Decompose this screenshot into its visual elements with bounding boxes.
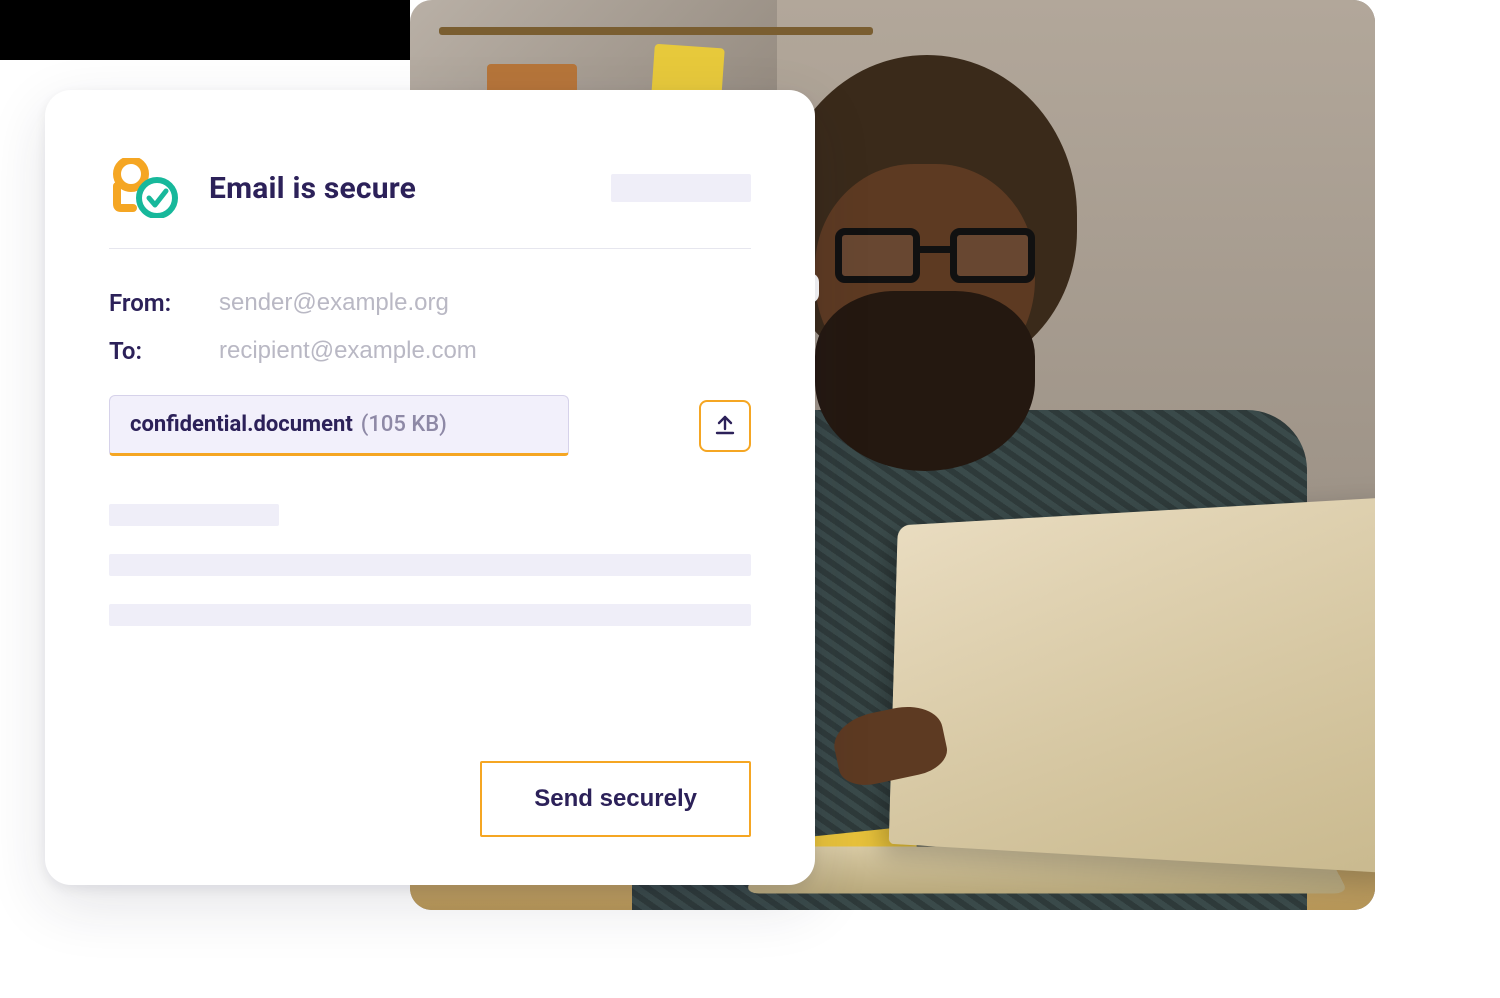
body-placeholder-block <box>109 504 751 626</box>
to-row: To: <box>109 327 751 375</box>
attachment-chip[interactable]: confidential.document (105 KB) <box>109 395 569 456</box>
send-securely-button[interactable]: Send securely <box>480 761 751 837</box>
upload-icon <box>713 412 737 439</box>
attachment-row: confidential.document (105 KB) <box>109 395 751 456</box>
body-placeholder-line <box>109 554 751 576</box>
compose-header: Email is secure <box>109 158 751 249</box>
attachment-filename: confidential.document <box>130 412 353 437</box>
secure-logo-icon <box>109 158 183 218</box>
body-placeholder-line <box>109 504 279 526</box>
header-placeholder <box>611 174 751 202</box>
page-background-bar <box>0 0 410 60</box>
to-label: To: <box>109 337 205 365</box>
attachment-size: (105 KB) <box>361 412 447 437</box>
to-input[interactable] <box>219 337 751 365</box>
compose-card: Email is secure From: To: confidential.d… <box>45 90 815 885</box>
upload-button[interactable] <box>699 400 751 452</box>
compose-actions: Send securely <box>109 761 751 837</box>
body-placeholder-line <box>109 604 751 626</box>
compose-title: Email is secure <box>209 171 416 206</box>
address-fields: From: To: <box>109 249 751 375</box>
from-label: From: <box>109 289 205 317</box>
from-row: From: <box>109 279 751 327</box>
from-input[interactable] <box>219 289 751 317</box>
